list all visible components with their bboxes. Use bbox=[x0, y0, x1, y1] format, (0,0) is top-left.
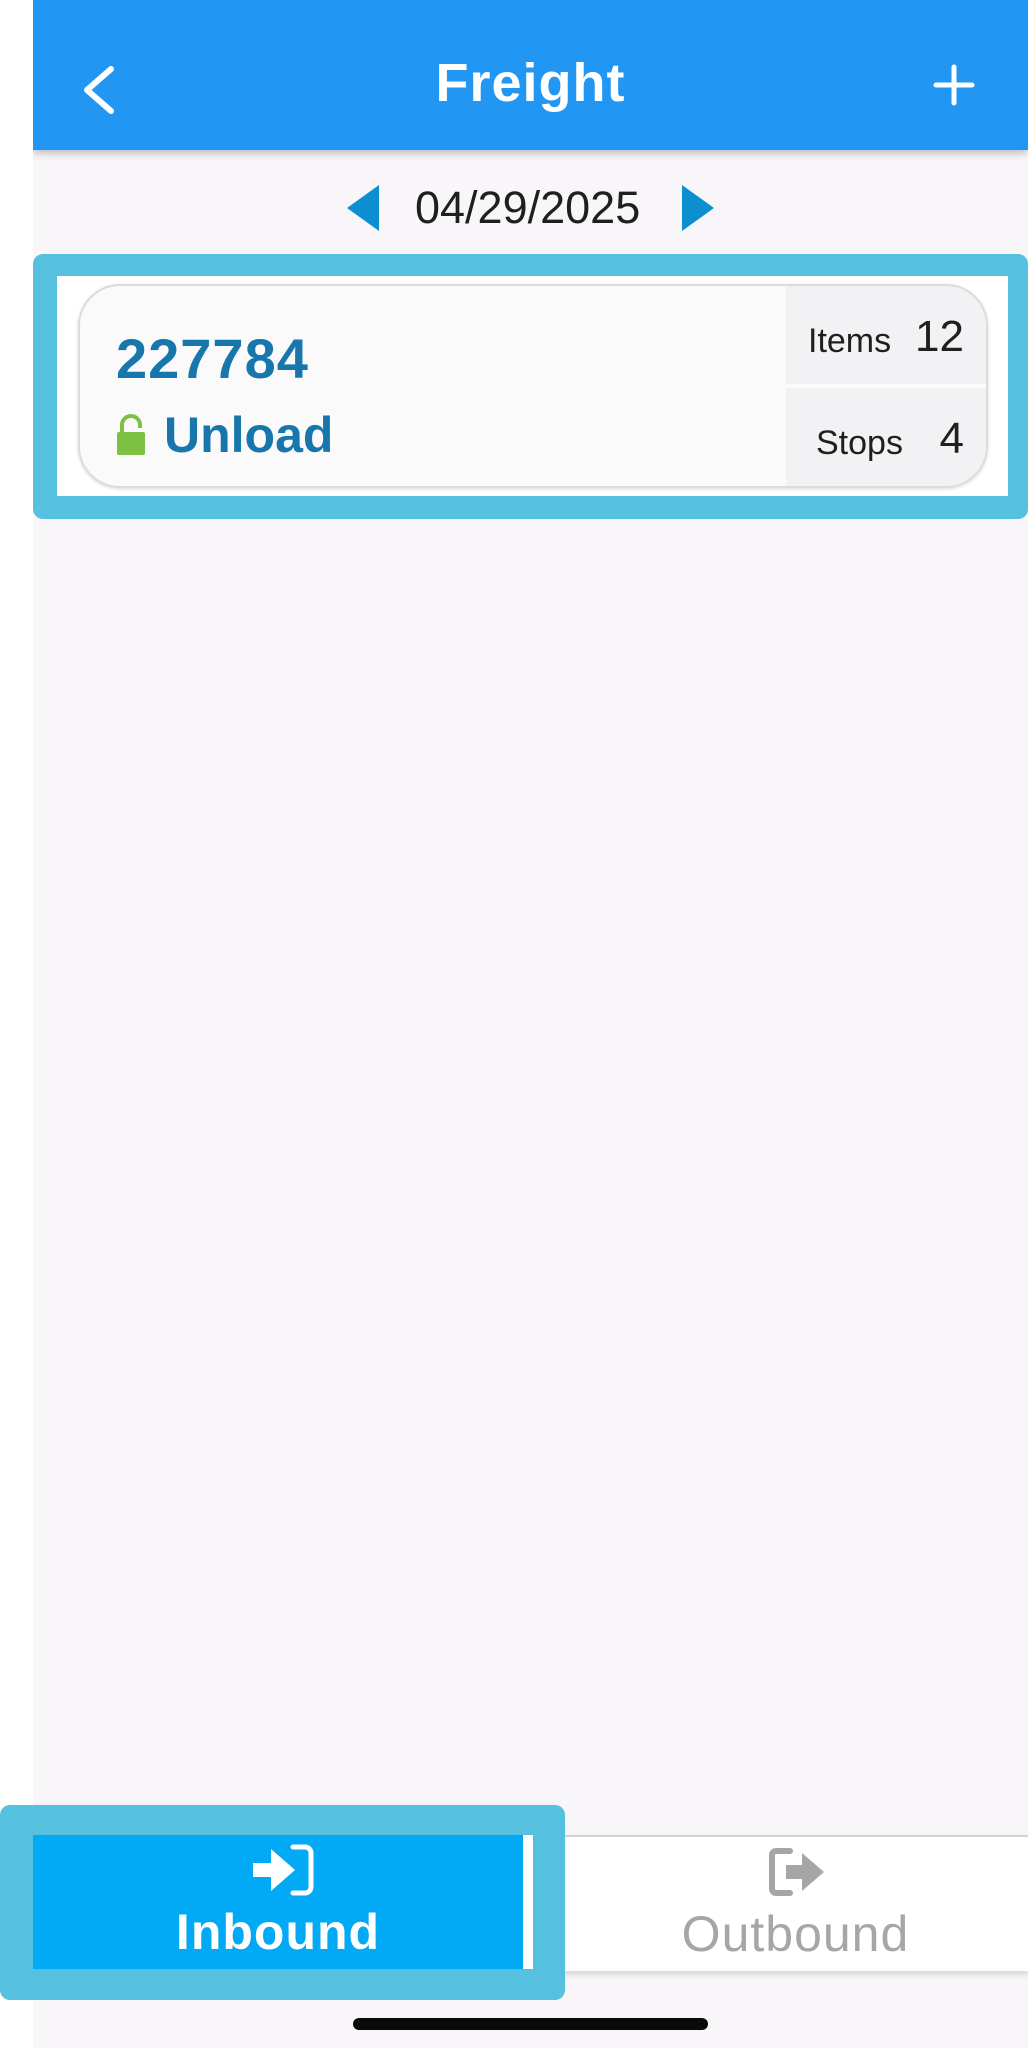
tab-outbound[interactable]: Outbound bbox=[563, 1837, 1028, 1971]
page-title: Freight bbox=[435, 53, 626, 113]
card-highlight-overlay: 227784 Unload Items 12 Stops 4 bbox=[33, 254, 1028, 519]
plus-icon bbox=[933, 64, 975, 106]
items-value: 12 bbox=[915, 312, 964, 361]
add-freight-button[interactable] bbox=[932, 63, 976, 107]
stops-value: 4 bbox=[939, 414, 964, 463]
sign-in-icon bbox=[253, 1844, 314, 1896]
previous-date-button[interactable] bbox=[343, 183, 383, 233]
unlocked-padlock-icon bbox=[117, 414, 145, 455]
date-selector bbox=[33, 178, 1028, 238]
freight-card[interactable]: 227784 Unload Items 12 Stops 4 bbox=[78, 284, 988, 488]
card-highlight-inner: 227784 Unload Items 12 Stops 4 bbox=[57, 276, 1008, 496]
items-stat: Items 12 bbox=[786, 286, 986, 384]
freight-stats: Items 12 Stops 4 bbox=[786, 286, 986, 486]
stops-stat: Stops 4 bbox=[786, 388, 986, 486]
home-indicator bbox=[353, 2018, 708, 2030]
next-date-button[interactable] bbox=[678, 183, 718, 233]
sign-out-icon bbox=[769, 1848, 824, 1896]
freight-number: 227784 bbox=[116, 327, 309, 390]
navigation-bar: Freight bbox=[33, 0, 1028, 150]
items-label: Items bbox=[808, 322, 892, 360]
tab-inbound-label: Inbound bbox=[175, 1904, 381, 1960]
tab-outbound-label: Outbound bbox=[681, 1906, 910, 1962]
date-input[interactable] bbox=[415, 178, 653, 238]
freight-status: Unload bbox=[164, 407, 334, 463]
triangle-left-icon bbox=[347, 185, 379, 231]
stops-label: Stops bbox=[816, 424, 903, 462]
tab-inbound[interactable]: Inbound bbox=[33, 1835, 533, 1969]
triangle-right-icon bbox=[682, 185, 714, 231]
freight-screen: Freight 227784 bbox=[33, 0, 1028, 2048]
